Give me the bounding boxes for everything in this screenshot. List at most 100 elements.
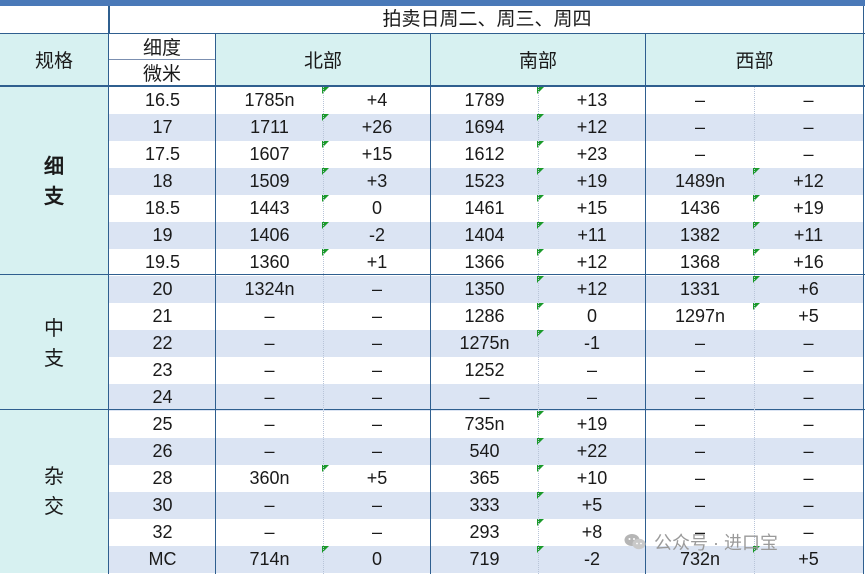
grid-line <box>108 6 109 574</box>
table-row: 17.5 1607 +15 1612 +23 – – <box>109 141 863 168</box>
west-change-cell: – <box>803 144 814 164</box>
south-change-cell: +11 <box>537 222 646 249</box>
south-change-cell: +15 <box>537 195 646 222</box>
fineness-cell: MC <box>148 549 177 569</box>
south-change-cell: +12 <box>537 114 646 141</box>
grid-line <box>109 59 215 60</box>
north-price-cell: 1443 <box>249 198 290 218</box>
south-price-cell: 719 <box>469 549 500 569</box>
table-row: 18.5 1443 0 1461 +15 1436 +19 <box>109 195 863 222</box>
north-price-cell: 1785n <box>244 90 295 110</box>
west-price-cell: – <box>694 117 705 137</box>
table-row: 26 – – 540 +22 – – <box>109 438 863 465</box>
west-change-cell: – <box>803 468 814 488</box>
watermark-text: 公众号 · 进口宝 <box>654 533 778 553</box>
north-price-cell: – <box>264 333 275 353</box>
spec-group: 中支 <box>0 276 108 411</box>
north-price-cell: – <box>264 387 275 407</box>
west-price-cell: – <box>694 333 705 353</box>
west-change-cell: – <box>803 90 814 110</box>
west-price-cell: 1297n <box>674 306 726 326</box>
spec-group-char: 支 <box>44 347 64 370</box>
west-price-cell: – <box>694 468 705 488</box>
fineness-cell: 25 <box>152 414 173 434</box>
north-change-cell: – <box>371 306 382 326</box>
north-change-cell: +4 <box>322 87 431 114</box>
grid-line <box>538 87 539 574</box>
grid-line <box>0 409 865 410</box>
west-change-cell: – <box>803 333 814 353</box>
north-change-cell: – <box>371 495 382 515</box>
west-change-cell: +19 <box>753 195 863 222</box>
table-row: 24 – – – – – – <box>109 384 863 411</box>
header-left-gap <box>0 6 108 33</box>
north-change-cell: – <box>371 441 382 461</box>
fineness-cell: 22 <box>152 333 173 353</box>
fineness-cell: 26 <box>152 441 173 461</box>
south-change-cell: – <box>586 387 597 407</box>
south-change-cell: +19 <box>537 168 646 195</box>
south-change-cell: +12 <box>537 249 646 276</box>
north-price-cell: 1360 <box>249 252 290 272</box>
south-change-cell: 0 <box>537 303 646 330</box>
west-price-cell: – <box>694 90 705 110</box>
grid-line <box>430 33 431 574</box>
fineness-cell: 16.5 <box>144 90 181 110</box>
south-price-cell: 1252 <box>464 360 505 380</box>
table-row: 22 – – 1275n -1 – – <box>109 330 863 357</box>
south-price-cell: 1523 <box>464 171 505 191</box>
grid-line <box>215 33 216 574</box>
south-price-cell: 1404 <box>464 225 505 245</box>
south-price-cell: 540 <box>469 441 500 461</box>
south-price-cell: 1694 <box>464 117 505 137</box>
table-row: 18 1509 +3 1523 +19 1489n +12 <box>109 168 863 195</box>
north-change-cell: +3 <box>322 168 431 195</box>
price-table-screenshot: 拍卖日周二、周三、周四 规格 细度 微米 北部 南部 西部 细支中支杂交 16.… <box>0 0 865 574</box>
north-price-cell: – <box>264 441 275 461</box>
header-spec: 规格 <box>0 33 108 85</box>
west-price-cell: – <box>694 387 705 407</box>
spec-group-char: 支 <box>44 185 64 208</box>
south-change-cell: +10 <box>537 465 646 492</box>
spec-group-char: 细 <box>44 155 64 178</box>
fineness-cell: 21 <box>152 306 173 326</box>
north-change-cell: – <box>371 522 382 542</box>
header-west: 西部 <box>646 33 863 85</box>
north-change-cell: – <box>371 387 382 407</box>
fineness-cell: 17.5 <box>144 144 181 164</box>
north-price-cell: – <box>264 414 275 434</box>
auction-days-subtitle: 拍卖日周二、周三、周四 <box>109 6 864 33</box>
grid-line <box>863 6 864 574</box>
south-change-cell: -1 <box>537 330 646 357</box>
north-change-cell: – <box>371 360 382 380</box>
south-price-cell: 293 <box>469 522 500 542</box>
north-price-cell: 1324n <box>244 279 295 299</box>
north-change-cell: 0 <box>322 195 431 222</box>
table-row: 17 1711 +26 1694 +12 – – <box>109 114 863 141</box>
west-price-cell: – <box>694 360 705 380</box>
grid-line <box>0 33 865 34</box>
south-price-cell: 735n <box>464 414 505 434</box>
fineness-cell: 24 <box>152 387 173 407</box>
header-north: 北部 <box>216 33 430 85</box>
west-change-cell: +5 <box>753 303 863 330</box>
west-price-cell: – <box>694 495 705 515</box>
west-price-cell: 1489n <box>674 171 726 191</box>
north-price-cell: 1711 <box>250 117 289 137</box>
south-price-cell: – <box>479 387 490 407</box>
header-south: 南部 <box>431 33 645 85</box>
spec-group: 杂交 <box>0 411 108 573</box>
south-change-cell: +19 <box>537 411 646 438</box>
west-price-cell: 1331 <box>679 279 721 299</box>
grid-line <box>0 274 865 275</box>
west-price-cell: – <box>694 144 705 164</box>
header-micron: 微米 <box>109 60 215 85</box>
west-change-cell: +6 <box>753 276 863 303</box>
table-row: 25 – – 735n +19 – – <box>109 411 863 438</box>
north-change-cell: 0 <box>322 546 431 573</box>
south-price-cell: 365 <box>469 468 500 488</box>
fineness-cell: 17 <box>152 117 173 137</box>
west-change-cell: +12 <box>753 168 863 195</box>
west-change-cell: – <box>803 360 814 380</box>
table-row: 20 1324n – 1350 +12 1331 +6 <box>109 276 863 303</box>
